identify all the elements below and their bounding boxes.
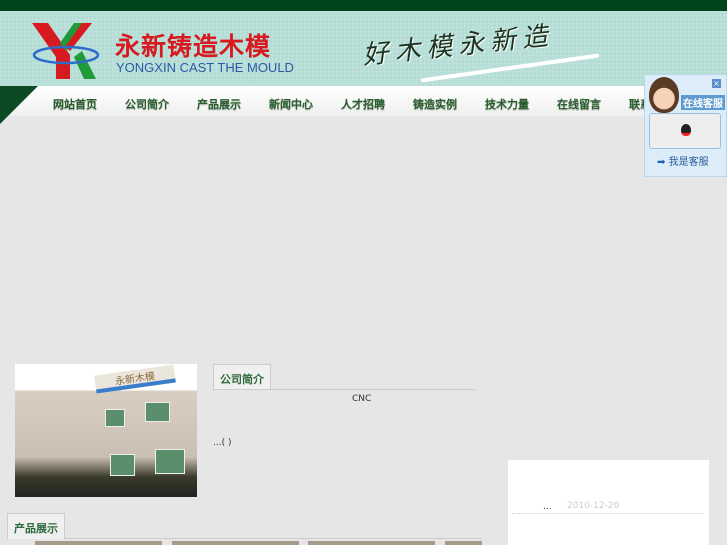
news-item-title[interactable]: ... <box>543 502 552 512</box>
divider <box>512 513 704 514</box>
online-service-title: 在线客服 <box>681 95 725 110</box>
header-banner: 永新铸造木模 YONGXIN CAST THE MOULD 好木模永新造 <box>0 11 727 86</box>
close-icon[interactable]: × <box>712 79 721 88</box>
online-service-widget: × 在线客服 ➡ 我是客服 <box>644 74 727 177</box>
main-nav: 网站首页 公司简介 产品展示 新闻中心 人才招聘 铸造实例 技术力量 在线留言 … <box>0 86 727 116</box>
company-building-photo: 永新木模 <box>15 364 197 497</box>
divider <box>213 389 475 390</box>
service-link-label: 我是客服 <box>668 157 709 168</box>
service-avatar <box>649 77 679 113</box>
brand-name-en: YONGXIN CAST THE MOULD <box>116 60 294 75</box>
about-more-link[interactable]: ...( ) <box>213 438 231 448</box>
nav-cases[interactable]: 铸造实例 <box>413 96 457 112</box>
nav-tech[interactable]: 技术力量 <box>485 96 529 112</box>
qq-contact-box[interactable] <box>649 113 721 149</box>
news-panel: ... 2010-12-20 <box>508 460 709 545</box>
nav-about[interactable]: 公司简介 <box>125 96 169 112</box>
nav-products[interactable]: 产品展示 <box>197 96 241 112</box>
product-thumb[interactable] <box>445 541 482 545</box>
service-link[interactable]: ➡ 我是客服 <box>657 153 709 168</box>
qq-penguin-icon[interactable] <box>681 124 691 136</box>
nav-message[interactable]: 在线留言 <box>557 96 601 112</box>
tab-about[interactable]: 公司简介 <box>213 364 271 390</box>
product-thumb[interactable] <box>35 541 162 545</box>
nav-home[interactable]: 网站首页 <box>53 96 97 112</box>
building-sign: 永新木模 <box>94 364 176 394</box>
product-thumb[interactable] <box>172 541 299 545</box>
tab-products[interactable]: 产品展示 <box>7 513 65 539</box>
brand-name-cn: 永新铸造木模 <box>115 32 272 61</box>
news-item-date: 2010-12-20 <box>567 501 620 511</box>
arrow-right-icon: ➡ <box>657 157 666 168</box>
nav-corner-decoration <box>0 86 38 124</box>
nav-jobs[interactable]: 人才招聘 <box>341 96 385 112</box>
product-thumb[interactable] <box>308 541 435 545</box>
about-text: CNC <box>352 394 372 404</box>
company-logo <box>32 23 100 79</box>
divider <box>65 538 482 539</box>
nav-news[interactable]: 新闻中心 <box>269 96 313 112</box>
top-bar <box>0 0 727 11</box>
